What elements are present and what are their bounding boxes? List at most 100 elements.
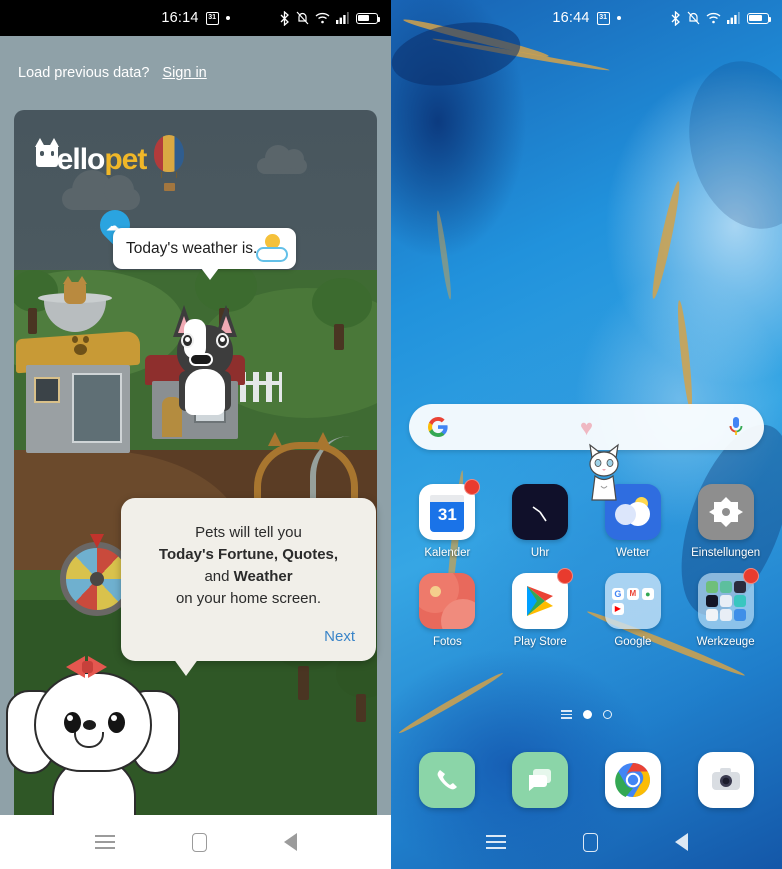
clock-icon[interactable] <box>512 484 569 540</box>
page-dot-active[interactable] <box>583 710 592 719</box>
load-previous-data-banner: Load previous data? Sign in <box>0 36 391 110</box>
pet-cat-overlay[interactable] <box>581 442 627 504</box>
app-fotos[interactable]: Fotos <box>406 573 488 648</box>
back-icon[interactable] <box>283 833 297 851</box>
right-status-bar: 16:44 31 <box>391 0 782 36</box>
home-icon[interactable] <box>191 832 207 852</box>
app-label: Kalender <box>424 547 471 559</box>
app-label: Play Store <box>513 636 567 648</box>
status-right-group <box>670 0 772 36</box>
cat-shop-building[interactable] <box>16 325 140 455</box>
status-dot-icon <box>616 16 621 20</box>
bluetooth-icon <box>280 10 289 26</box>
right-phone-home-screen: 16:44 31 16 44 Mi., 1. Apr. <box>391 0 782 869</box>
weather-speech-bubble[interactable]: Today's weather is... <box>113 228 296 280</box>
cloud-icon <box>256 247 288 262</box>
tools-folder-icon[interactable] <box>697 568 759 629</box>
cloud-icon <box>62 170 140 210</box>
tooltip-line-3-bold: Weather <box>233 568 293 585</box>
menu-icon[interactable] <box>485 835 506 849</box>
tooltip-line-3-prefix: and <box>204 568 234 585</box>
left-phone-hellopet-app: 16:14 31 Load previous data? Sign in ell… <box>0 0 391 869</box>
left-status-bar: 16:14 31 <box>0 0 391 36</box>
right-nav-bar <box>391 815 782 869</box>
back-icon[interactable] <box>674 833 688 851</box>
app-einstellungen[interactable]: Einstellungen <box>685 484 767 559</box>
left-nav-bar <box>0 815 391 869</box>
tooltip-line-4: on your home screen. <box>175 590 322 607</box>
app-label: Fotos <box>432 636 462 648</box>
dual-phone-screenshot: 16:14 31 Load previous data? Sign in ell… <box>0 0 782 869</box>
status-time: 16:14 <box>161 10 199 26</box>
menu-icon[interactable] <box>94 835 115 849</box>
next-button[interactable]: Next <box>324 628 355 645</box>
heart-icon: ♥ <box>579 415 594 440</box>
bluetooth-icon <box>671 10 680 26</box>
tooltip-line-1: Pets will tell you <box>195 524 302 541</box>
tree-icon <box>306 278 377 354</box>
banner-text: Load previous data? <box>18 65 150 81</box>
logo-yellow-text: pet <box>104 143 147 176</box>
notification-badge <box>557 568 574 584</box>
calendar-icon: 31 <box>205 12 219 25</box>
calendar-icon[interactable]: 31 <box>419 479 481 540</box>
google-folder-icon[interactable]: G M ● ▶ <box>604 573 661 629</box>
messages-icon[interactable] <box>512 752 569 808</box>
paw-print-icon <box>72 336 89 355</box>
wifi-icon <box>315 12 330 24</box>
mic-icon[interactable] <box>727 415 745 439</box>
wifi-icon <box>706 12 721 24</box>
play-store-icon[interactable] <box>512 568 574 629</box>
status-dot-icon <box>225 16 230 20</box>
app-uhr[interactable]: Uhr <box>499 484 581 559</box>
status-right-group <box>279 0 381 36</box>
tree-icon <box>330 650 377 726</box>
app-grid: 31 Kalender Uhr Wetter Einstellungen Fot… <box>401 479 772 662</box>
settings-gear-icon[interactable] <box>697 484 754 540</box>
onboarding-tooltip-card: Pets will tell you Today's Fortune, Quot… <box>121 498 376 676</box>
tooltip-line-2: Today's Fortune, Quotes, <box>158 546 339 563</box>
calendar-icon: 31 <box>596 12 610 25</box>
home-icon[interactable] <box>582 832 598 852</box>
hellopet-cat-logo-icon <box>35 138 59 167</box>
battery-icon <box>747 12 772 24</box>
cloud-icon <box>257 145 307 174</box>
app-play-store[interactable]: Play Store <box>499 568 581 648</box>
status-left-group: 16:44 31 <box>552 10 621 26</box>
sign-in-link[interactable]: Sign in <box>162 65 206 81</box>
google-g-icon <box>427 416 448 438</box>
app-label: Uhr <box>530 547 550 559</box>
app-label: Google <box>614 636 652 648</box>
app-row-2: Fotos Play Store G M ● ▶ Google Werkzeug… <box>401 568 772 648</box>
dock <box>401 752 772 808</box>
notification-off-icon <box>687 11 700 25</box>
app-label: Wetter <box>616 547 650 559</box>
status-left-group: 16:14 31 <box>161 10 230 26</box>
signal-icon <box>336 12 349 24</box>
phone-icon[interactable] <box>419 752 476 808</box>
signal-icon <box>727 12 740 24</box>
wheel-pointer-icon <box>90 534 104 548</box>
photos-icon[interactable] <box>419 573 476 629</box>
fence-decoration <box>240 372 282 402</box>
app-label: Werkzeuge <box>696 636 755 648</box>
app-kalender[interactable]: 31 Kalender <box>406 479 488 559</box>
battery-icon <box>356 12 381 24</box>
page-dot-inactive[interactable] <box>603 710 612 719</box>
chrome-icon[interactable] <box>604 752 661 808</box>
app-drawer-icon[interactable] <box>561 710 572 719</box>
hot-air-balloon-icon <box>154 135 184 191</box>
app-label: Einstellungen <box>691 547 761 559</box>
app-google-folder[interactable]: G M ● ▶ Google <box>592 573 674 648</box>
notification-badge <box>742 568 759 584</box>
camera-icon[interactable] <box>697 752 754 808</box>
status-time: 16:44 <box>552 10 590 26</box>
notification-badge <box>464 479 481 495</box>
calendar-day-number: 31 <box>430 498 465 532</box>
app-werkzeuge-folder[interactable]: Werkzeuge <box>685 568 767 648</box>
logo-white-text: ello <box>56 143 106 176</box>
boston-terrier-pet[interactable] <box>167 305 243 415</box>
page-indicator[interactable] <box>391 710 782 719</box>
cat-in-teacup-icon <box>63 276 87 304</box>
weather-bubble-text: Today's weather is... <box>126 239 266 257</box>
